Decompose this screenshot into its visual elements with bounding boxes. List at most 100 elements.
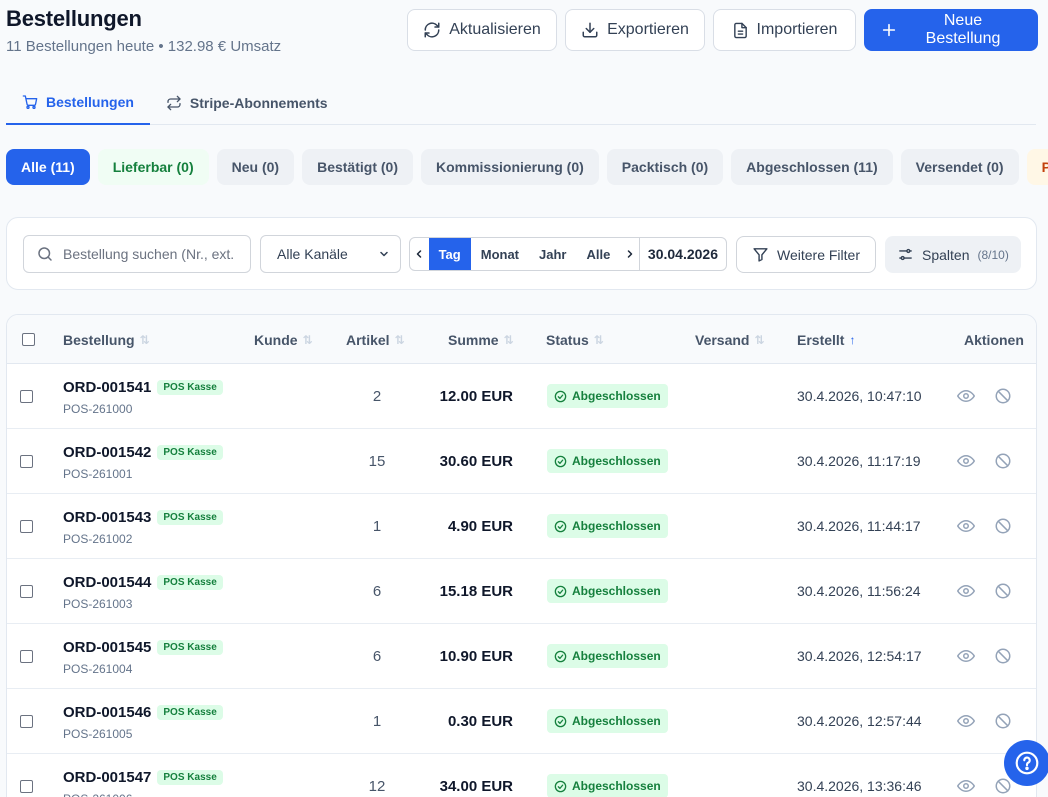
order-number[interactable]: ORD-001547 POS Kasse bbox=[63, 769, 223, 786]
view-eye-icon[interactable] bbox=[956, 581, 976, 601]
cancel-ban-icon[interactable] bbox=[993, 711, 1013, 731]
pill-completed[interactable]: Abgeschlossen (11) bbox=[731, 149, 893, 185]
check-circle-icon bbox=[554, 455, 567, 468]
cancel-ban-icon[interactable] bbox=[993, 516, 1013, 536]
status-badge: Abgeschlossen bbox=[547, 449, 668, 473]
row-checkbox[interactable] bbox=[20, 650, 33, 663]
cancel-ban-icon[interactable] bbox=[993, 646, 1013, 666]
date-next-button[interactable] bbox=[620, 238, 639, 270]
download-icon bbox=[582, 22, 598, 38]
col-status[interactable]: Status ⇅ bbox=[546, 315, 604, 364]
search-input[interactable] bbox=[63, 246, 243, 262]
order-number[interactable]: ORD-001546 POS Kasse bbox=[63, 704, 223, 721]
table-row[interactable]: ORD-001546 POS Kasse POS-261005 1 0.30 EUR Ab… bbox=[7, 689, 1036, 754]
more-filters-button[interactable]: Weitere Filter bbox=[736, 236, 876, 273]
import-label: Importieren bbox=[756, 21, 838, 38]
table-row[interactable]: ORD-001544 POS Kasse POS-261003 6 15.18 EUR A… bbox=[7, 559, 1036, 624]
orders-table: Bestellung ⇅ Kunde ⇅ Artikel ⇅ Summe ⇅ Statu… bbox=[6, 314, 1037, 797]
status-badge: Abgeschlossen bbox=[547, 384, 668, 408]
order-number[interactable]: ORD-001542 POS Kasse bbox=[63, 444, 223, 461]
order-number[interactable]: ORD-001541 POS Kasse bbox=[63, 379, 223, 396]
status-badge: Abgeschlossen bbox=[547, 579, 668, 603]
pill-new[interactable]: Neu (0) bbox=[216, 149, 295, 185]
date-display[interactable]: 30.04.2026 bbox=[638, 238, 726, 270]
tab-stripe-label: Stripe-Abonnements bbox=[189, 94, 328, 111]
pill-packing[interactable]: Packtisch (0) bbox=[606, 149, 724, 185]
search-box bbox=[23, 235, 251, 273]
import-button[interactable]: Importieren bbox=[713, 9, 856, 51]
order-total: 12.00 EUR bbox=[439, 388, 513, 405]
new-order-label: Neue Bestellung bbox=[925, 12, 1001, 47]
tab-stripe-subscriptions[interactable]: Stripe-Abonnements bbox=[150, 80, 344, 125]
table-row[interactable]: ORD-001547 POS Kasse POS-261006 12 34.00 EUR… bbox=[7, 754, 1036, 797]
col-total[interactable]: Summe ⇅ bbox=[448, 315, 514, 364]
row-checkbox[interactable] bbox=[20, 585, 33, 598]
table-row[interactable]: ORD-001542 POS Kasse POS-261001 15 30.60 EUR… bbox=[7, 429, 1036, 494]
columns-button[interactable]: Spalten (8/10) bbox=[885, 236, 1021, 273]
pill-deliverable[interactable]: Lieferbar (0) bbox=[97, 149, 209, 185]
check-circle-icon bbox=[554, 585, 567, 598]
view-eye-icon[interactable] bbox=[956, 776, 976, 796]
period-all[interactable]: Alle bbox=[576, 238, 620, 270]
cancel-ban-icon[interactable] bbox=[993, 386, 1013, 406]
order-number[interactable]: ORD-001544 POS Kasse bbox=[63, 574, 223, 591]
pill-paused[interactable]: Pausie bbox=[1026, 149, 1048, 185]
col-shipping[interactable]: Versand ⇅ bbox=[695, 315, 765, 364]
item-count: 2 bbox=[372, 388, 382, 405]
pill-picking[interactable]: Kommissionierung (0) bbox=[420, 149, 599, 185]
row-checkbox[interactable] bbox=[20, 520, 33, 533]
view-eye-icon[interactable] bbox=[956, 711, 976, 731]
view-eye-icon[interactable] bbox=[956, 646, 976, 666]
period-year[interactable]: Jahr bbox=[529, 238, 576, 270]
col-created[interactable]: Erstellt ↑ bbox=[797, 315, 855, 364]
view-eye-icon[interactable] bbox=[956, 516, 976, 536]
order-number-text: ORD-001543 bbox=[63, 509, 152, 526]
external-id: POS-261000 bbox=[63, 402, 133, 416]
help-button[interactable] bbox=[1004, 740, 1048, 786]
tab-bar: Bestellungen Stripe-Abonnements bbox=[6, 80, 1036, 125]
table-row[interactable]: ORD-001545 POS Kasse POS-261004 6 10.90 EUR A… bbox=[7, 624, 1036, 689]
pill-all[interactable]: Alle (11) bbox=[6, 149, 90, 185]
pill-shipped[interactable]: Versendet (0) bbox=[900, 149, 1019, 185]
item-count: 1 bbox=[372, 518, 382, 535]
col-order[interactable]: Bestellung ⇅ bbox=[63, 315, 150, 364]
check-circle-icon bbox=[554, 390, 567, 403]
cancel-ban-icon[interactable] bbox=[993, 451, 1013, 471]
refresh-button[interactable]: Aktualisieren bbox=[407, 9, 557, 51]
created-date: 30.4.2026, 11:44:17 bbox=[797, 518, 921, 534]
export-label: Exportieren bbox=[607, 21, 689, 38]
sort-icon: ⇅ bbox=[394, 332, 405, 347]
check-circle-icon bbox=[554, 650, 567, 663]
cart-icon bbox=[22, 94, 38, 109]
row-checkbox[interactable] bbox=[20, 715, 33, 728]
order-number-text: ORD-001547 bbox=[63, 769, 152, 786]
period-month[interactable]: Monat bbox=[471, 238, 529, 270]
item-count: 6 bbox=[372, 583, 382, 600]
period-day[interactable]: Tag bbox=[428, 238, 471, 270]
date-prev-button[interactable] bbox=[410, 238, 429, 270]
table-header: Bestellung ⇅ Kunde ⇅ Artikel ⇅ Summe ⇅ Statu… bbox=[7, 315, 1036, 364]
table-row[interactable]: ORD-001541 POS Kasse POS-261000 2 12.00 EUR A… bbox=[7, 364, 1036, 429]
order-number[interactable]: ORD-001543 POS Kasse bbox=[63, 509, 223, 526]
table-row[interactable]: ORD-001543 POS Kasse POS-261002 1 4.90 EUR Ab… bbox=[7, 494, 1036, 559]
cancel-ban-icon[interactable] bbox=[993, 581, 1013, 601]
channel-select[interactable]: Alle Kanäle bbox=[260, 235, 401, 273]
col-customer[interactable]: Kunde ⇅ bbox=[254, 315, 313, 364]
export-button[interactable]: Exportieren bbox=[565, 9, 705, 51]
order-number[interactable]: ORD-001545 POS Kasse bbox=[63, 639, 223, 656]
view-eye-icon[interactable] bbox=[956, 386, 976, 406]
row-checkbox[interactable] bbox=[20, 455, 33, 468]
orders-page: Bestellungen 11 Bestellungen heute • 132… bbox=[0, 0, 1048, 797]
plus-icon bbox=[882, 23, 896, 37]
row-checkbox[interactable] bbox=[20, 390, 33, 403]
row-checkbox[interactable] bbox=[20, 780, 33, 793]
order-number-text: ORD-001542 bbox=[63, 444, 152, 461]
select-all-checkbox[interactable] bbox=[22, 333, 35, 346]
view-eye-icon[interactable] bbox=[956, 451, 976, 471]
status-text: Abgeschlossen bbox=[572, 584, 661, 598]
order-total: 15.18 EUR bbox=[439, 583, 513, 600]
tab-orders[interactable]: Bestellungen bbox=[6, 80, 150, 125]
new-order-button[interactable]: Neue Bestellung bbox=[864, 9, 1038, 51]
col-items[interactable]: Artikel ⇅ bbox=[346, 315, 405, 364]
pill-confirmed[interactable]: Bestätigt (0) bbox=[302, 149, 413, 185]
